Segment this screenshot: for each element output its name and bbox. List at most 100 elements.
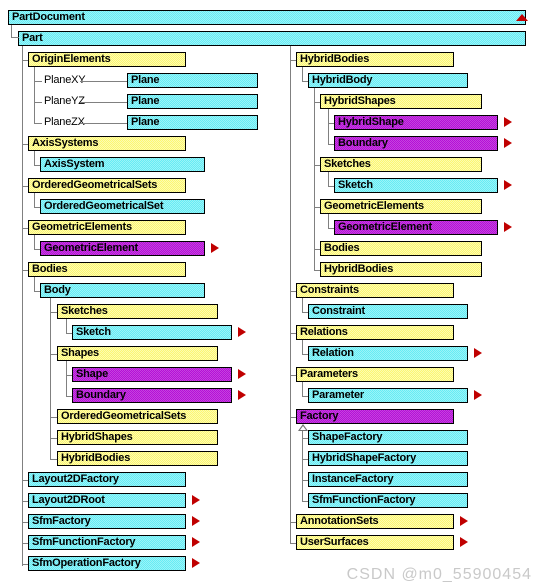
node-parameters-R15[interactable]: Parameters (296, 367, 454, 382)
tick-R2-0 (290, 60, 296, 61)
expand-arrow-sfm-operation-factory-L24[interactable] (192, 558, 200, 568)
node-sfm-function-factory-R21[interactable]: SfmFunctionFactory (308, 493, 468, 508)
expand-arrow-boundary-R4[interactable] (504, 138, 512, 148)
node-sfm-operation-factory-L24[interactable]: SfmOperationFactory (28, 556, 186, 571)
tick-body-17 (50, 417, 57, 418)
expand-arrow-user-surfaces-R23[interactable] (460, 537, 468, 547)
node-sketches-L12[interactable]: Sketches (57, 304, 218, 319)
expand-arrow-sfm-factory-L22[interactable] (192, 516, 200, 526)
node-hybrid-shapes-R2[interactable]: HybridShapes (320, 94, 482, 109)
node-ordered-geometrical-sets-L17[interactable]: OrderedGeometricalSets (57, 409, 218, 424)
connector-root-part-h (11, 37, 19, 38)
tick-axis-5 (34, 165, 40, 166)
node-hybrid-bodies-L19[interactable]: HybridBodies (57, 451, 218, 466)
subspine-shapes (66, 361, 67, 396)
expand-arrow-geometric-element-L9[interactable] (211, 243, 219, 253)
node-boundary-R4[interactable]: Boundary (334, 136, 498, 151)
node-hybrid-body-R1[interactable]: HybridBody (308, 73, 468, 88)
tick-factory-20 (302, 480, 308, 481)
generalization-triangle-icon (298, 424, 308, 431)
node-relations-R13[interactable]: Relations (296, 325, 454, 340)
subspine-hshapes (328, 109, 329, 144)
expand-arrow-boundary-L16[interactable] (238, 390, 246, 400)
subspine-ogs (34, 193, 35, 207)
tick-relations-14 (302, 354, 308, 355)
tick-factory-18 (302, 438, 308, 439)
subspine-bodies (34, 277, 35, 291)
expand-arrow-layout2-droot-L21[interactable] (192, 495, 200, 505)
expand-arrow-annotation-sets-R22[interactable] (460, 516, 468, 526)
node-geometric-element-R8[interactable]: GeometricElement (334, 220, 498, 235)
node-body-L11[interactable]: Body (40, 283, 205, 298)
connector-plain-out-1 (80, 81, 127, 82)
node-hybrid-shapes-L18[interactable]: HybridShapes (57, 430, 218, 445)
node-part-document[interactable]: PartDocument (8, 10, 526, 25)
node-hybrid-bodies-R0[interactable]: HybridBodies (296, 52, 454, 67)
subspine-hbody (314, 88, 315, 270)
tick-hbody-7 (314, 207, 320, 208)
expand-arrow-parameter-R16[interactable] (474, 390, 482, 400)
node-user-surfaces-R23[interactable]: UserSurfaces (296, 535, 454, 550)
node-layout2-dfactory-L20[interactable]: Layout2DFactory (28, 472, 186, 487)
tick-body-18 (50, 438, 57, 439)
node-constraints-R11[interactable]: Constraints (296, 283, 454, 298)
expand-arrow-relation-R14[interactable] (474, 348, 482, 358)
node-sfm-function-factory-L23[interactable]: SfmFunctionFactory (28, 535, 186, 550)
tick-shapes-16 (66, 396, 72, 397)
node-origin-elements-L0[interactable]: OriginElements (28, 52, 186, 67)
node-relation-R14[interactable]: Relation (308, 346, 468, 361)
connector-plain-out-2 (80, 102, 127, 103)
expand-arrow-sketch-R6[interactable] (504, 180, 512, 190)
node-sketch-R6[interactable]: Sketch (334, 178, 498, 193)
node-bodies-R9[interactable]: Bodies (320, 241, 482, 256)
tick-geo-9 (34, 249, 40, 250)
up-arrow-indicator[interactable] (516, 14, 528, 21)
node-sketch-L13[interactable]: Sketch (72, 325, 232, 340)
label-plane-yz: PlaneYZ (44, 95, 85, 107)
subspine-relations (302, 340, 303, 354)
node-hybrid-shape-R3[interactable]: HybridShape (334, 115, 498, 130)
tick-L2-0 (22, 60, 28, 61)
watermark-text: CSDN @m0_55900454 (346, 566, 532, 583)
node-geometric-elements-L8[interactable]: GeometricElements (28, 220, 186, 235)
tick-hbody-5 (314, 165, 320, 166)
tick-hbody-2 (314, 102, 320, 103)
node-annotation-sets-R22[interactable]: AnnotationSets (296, 514, 454, 529)
tick-body-19 (50, 459, 57, 460)
node-ordered-geometrical-set-L7[interactable]: OrderedGeometricalSet (40, 199, 205, 214)
node-shapes-L14[interactable]: Shapes (57, 346, 218, 361)
node-axis-system-L5[interactable]: AxisSystem (40, 157, 205, 172)
node-plane-2[interactable]: Plane (127, 94, 258, 109)
node-hybrid-bodies-R10[interactable]: HybridBodies (320, 262, 482, 277)
expand-arrow-sfm-function-factory-L23[interactable] (192, 537, 200, 547)
node-plane-3[interactable]: Plane (127, 115, 258, 130)
node-sketches-R5[interactable]: Sketches (320, 157, 482, 172)
node-ordered-geometrical-sets-L6[interactable]: OrderedGeometricalSets (28, 178, 186, 193)
node-sfm-factory-L22[interactable]: SfmFactory (28, 514, 186, 529)
expand-arrow-shape-L15[interactable] (238, 369, 246, 379)
node-boundary-L16[interactable]: Boundary (72, 388, 232, 403)
node-instance-factory-R20[interactable]: InstanceFactory (308, 472, 468, 487)
node-shape-L15[interactable]: Shape (72, 367, 232, 382)
node-shape-factory-R18[interactable]: ShapeFactory (308, 430, 468, 445)
node-bodies-L10[interactable]: Bodies (28, 262, 186, 277)
node-geometric-element-L9[interactable]: GeometricElement (40, 241, 205, 256)
node-constraint-R12[interactable]: Constraint (308, 304, 468, 319)
node-geometric-elements-R7[interactable]: GeometricElements (320, 199, 482, 214)
tick-hshapes-4 (328, 144, 334, 145)
expand-arrow-sketch-L13[interactable] (238, 327, 246, 337)
node-part[interactable]: Part (18, 31, 526, 46)
node-layout2-droot-L21[interactable]: Layout2DRoot (28, 493, 186, 508)
node-parameter-R16[interactable]: Parameter (308, 388, 468, 403)
tick-body-12 (50, 312, 57, 313)
node-axis-systems-L4[interactable]: AxisSystems (28, 136, 186, 151)
tick-origin-2 (34, 102, 40, 103)
node-factory-R17[interactable]: Factory (296, 409, 454, 424)
node-plane-1[interactable]: Plane (127, 73, 258, 88)
tick-L2-22 (22, 522, 28, 523)
expand-arrow-geometric-element-R8[interactable] (504, 222, 512, 232)
node-hybrid-shape-factory-R19[interactable]: HybridShapeFactory (308, 451, 468, 466)
expand-arrow-hybrid-shape-R3[interactable] (504, 117, 512, 127)
tick-hbody-9 (314, 249, 320, 250)
tick-L2-21 (22, 501, 28, 502)
